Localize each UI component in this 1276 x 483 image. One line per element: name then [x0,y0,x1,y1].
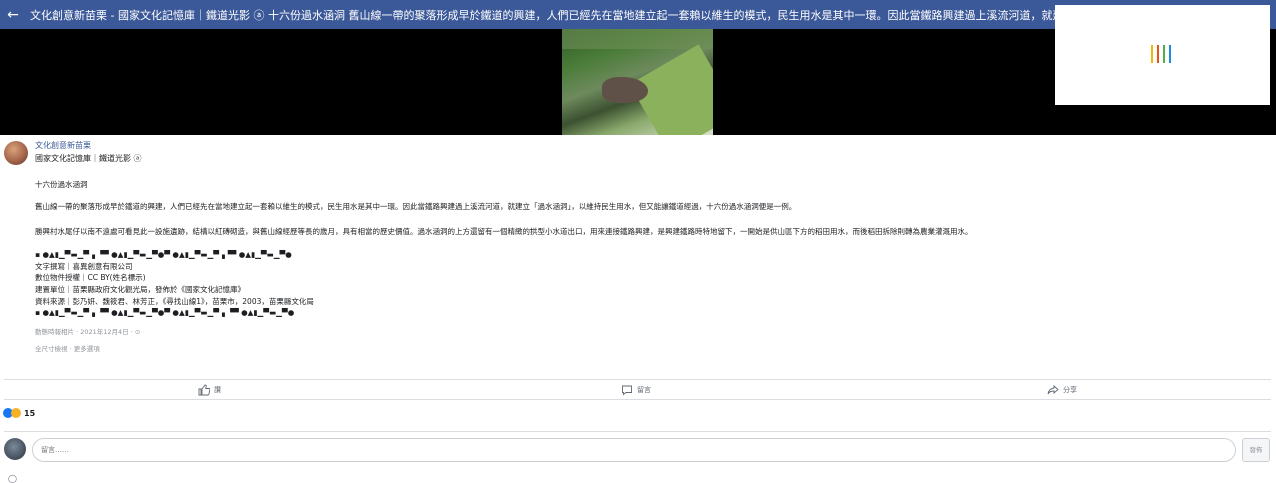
share-button[interactable]: 分享 [1047,384,1077,396]
back-arrow-icon[interactable]: ← [0,7,26,23]
comment-icon [622,385,632,396]
post-comment-button[interactable]: 發佈 [1242,438,1270,462]
thumbs-up-icon [198,384,210,396]
like-label: 讚 [214,386,221,394]
haha-reaction-icon [11,408,21,418]
ad-panel [1055,5,1270,105]
page-avatar[interactable] [4,141,28,165]
post-paragraph-2: 勝興村水尾仔以南不遠處可看見此一設施遺跡，結構以紅磚砌造，與舊山線經歷等長的歲月… [35,227,973,236]
credit-text: 文字撰寫｜喜異創意有限公司 [35,262,133,271]
comment-button[interactable]: 留言 [621,384,651,396]
actions-divider [4,379,1271,380]
circle-icon[interactable]: ◯ [8,474,17,483]
loading-bar [1157,45,1159,63]
user-avatar[interactable] [4,438,26,460]
photo-culvert [602,77,648,103]
decorative-divider: ▪ ●▲▮▁▀▬▁▀▗ ▝▀ ●▲▮▁▀▬▁▀●▀ ●▲▮▁▀▬▁▀▗▝▀ ●▲… [35,250,292,259]
page-title: 文化創意新苗栗 - 國家文化記憶庫｜鐵道光影 ⓐ 十六份過水涵洞 舊山線一帶的聚… [30,8,1097,22]
page-name-link[interactable]: 文化創意新苗栗 [35,140,91,151]
comment-input[interactable] [32,438,1236,462]
publisher-text: 建置單位｜苗栗縣政府文化觀光局，發佈於《國家文化記憶庫》 [35,285,245,294]
loading-bar [1151,45,1153,63]
share-icon [1047,385,1059,395]
loading-bar [1169,45,1171,63]
post-timestamp[interactable]: 動態時報相片 · 2021年12月4日 · ⊙ [35,326,140,336]
source-text: 資料來源｜彭乃妍、魏筱君、林芳正，《尋找山線1》，苗栗市，2003，苗栗縣文化局 [35,297,314,306]
view-options-links[interactable]: 全尺寸檢視 · 更多選項 [35,343,100,353]
post-paragraph-1: 舊山線一帶的聚落形成早於鐵道的興建，人們已經先在當地建立起一套賴以維生的模式，民… [35,202,797,211]
reaction-count: 15 [24,408,36,418]
loading-bars-icon [1151,45,1171,63]
more-icons: ◯ [8,474,17,483]
reaction-summary[interactable]: 15 [3,408,35,418]
comment-label: 留言 [637,386,651,394]
loading-bar [1163,45,1165,63]
comment-composer: 發佈 [0,436,1276,466]
post-heading: 十六份過水涵洞 [35,180,88,189]
photo-foliage [562,29,713,49]
license-text: 數位物件授權｜CC BY(姓名標示) [35,273,146,282]
share-label: 分享 [1063,386,1077,394]
reactions-divider [4,399,1271,400]
comment-divider [4,431,1271,432]
decorative-divider: ▪ ●▲▮▁▀▬▁▀▗ ▝▀ ●▲▮▁▀▬▁▀●▀ ●▲▮▁▀▬▁▀▗ ▝▀ ●… [35,308,295,317]
post-photo[interactable] [562,29,713,135]
post-subtitle: 國家文化記憶庫｜鐵道光影 ⓐ [35,154,142,163]
like-button[interactable]: 讚 [198,384,221,396]
